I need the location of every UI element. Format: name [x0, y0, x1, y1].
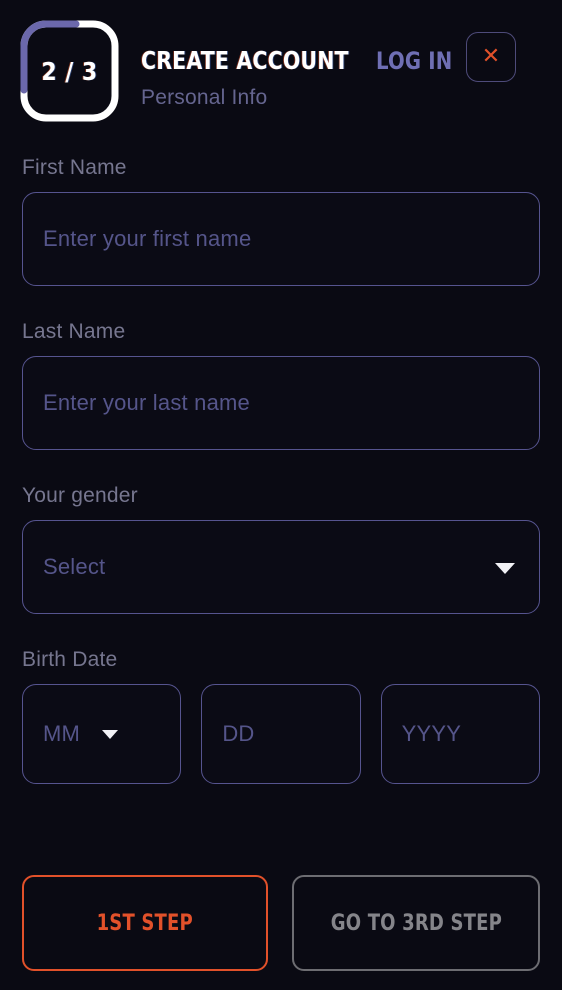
first-name-input[interactable]: Enter your first name: [22, 192, 540, 286]
next-step-label: GO TO 3RD STEP: [330, 910, 502, 936]
birth-date-label: Birth Date: [22, 648, 118, 671]
last-name-input[interactable]: Enter your last name: [22, 356, 540, 450]
page-title: CREATE ACCOUNT: [141, 46, 349, 75]
form-actions: 1ST STEP GO TO 3RD STEP: [22, 875, 540, 971]
birth-day-input[interactable]: DD: [201, 684, 361, 784]
chevron-down-icon: [102, 729, 119, 739]
field-birth-date: Birth Date MM DD YYYY: [0, 648, 562, 784]
last-name-placeholder: Enter your last name: [43, 390, 250, 415]
last-name-label: Last Name: [22, 320, 126, 343]
field-gender: Your gender Select: [0, 484, 562, 614]
personal-info-form: First Name Enter your first name Last Na…: [0, 156, 562, 784]
first-name-placeholder: Enter your first name: [43, 226, 252, 251]
next-step-button[interactable]: GO TO 3RD STEP: [292, 875, 540, 971]
birth-year-input[interactable]: YYYY: [380, 684, 540, 784]
birth-year-placeholder: YYYY: [401, 721, 462, 746]
birth-month-value: MM: [43, 721, 81, 746]
field-last-name: Last Name Enter your last name: [0, 320, 562, 450]
close-button[interactable]: ✕: [466, 32, 516, 82]
chevron-down-icon: [495, 563, 515, 574]
header-subtitle: Personal Info: [141, 86, 268, 109]
birth-date-row: MM DD YYYY: [22, 684, 540, 784]
gender-selected-value: Select: [43, 554, 106, 579]
field-first-name: First Name Enter your first name: [0, 156, 562, 286]
previous-step-button[interactable]: 1ST STEP: [22, 875, 268, 971]
step-badge-label: 2 / 3: [41, 56, 98, 86]
birth-day-placeholder: DD: [222, 721, 255, 746]
login-link[interactable]: LOG IN: [376, 47, 452, 75]
header-title-row: CREATE ACCOUNT LOG IN: [141, 46, 469, 75]
birth-month-select[interactable]: MM: [22, 684, 182, 784]
modal-header: 2 / 3 CREATE ACCOUNT LOG IN Personal Inf…: [0, 0, 562, 140]
gender-label: Your gender: [22, 484, 138, 507]
create-account-screen: 2 / 3 CREATE ACCOUNT LOG IN Personal Inf…: [0, 0, 562, 990]
first-name-label: First Name: [22, 156, 127, 179]
gender-select[interactable]: Select: [22, 520, 540, 614]
close-icon: ✕: [481, 44, 501, 69]
step-progress-ring: 2 / 3: [18, 18, 121, 124]
previous-step-label: 1ST STEP: [96, 910, 194, 936]
